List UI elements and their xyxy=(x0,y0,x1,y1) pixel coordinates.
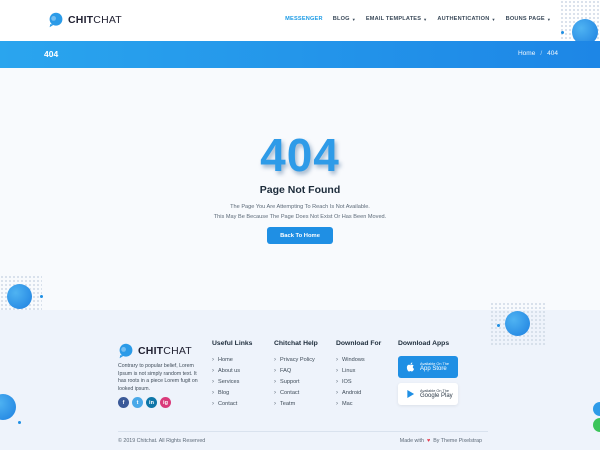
footer-link-windows[interactable]: › Windows xyxy=(336,354,381,365)
error-title: Page Not Found xyxy=(259,184,341,196)
chevron-right-icon: › xyxy=(212,367,214,374)
chevron-down-icon: ▼ xyxy=(546,16,551,22)
footer-apps: Download Apps xyxy=(398,340,449,354)
chevron-right-icon: › xyxy=(212,356,214,363)
footer-link-android[interactable]: › Android xyxy=(336,388,381,399)
linkedin-icon[interactable]: in xyxy=(146,397,157,408)
breadcrumb-separator: / xyxy=(540,50,543,57)
breadcrumb-home[interactable]: Home xyxy=(518,50,535,57)
nav-email-templates[interactable]: EMAIL TEMPLATES ▼ xyxy=(366,16,427,22)
nav-blog[interactable]: BLOG ▼ xyxy=(333,16,356,22)
chevron-down-icon: ▼ xyxy=(491,16,496,22)
small-dot-decoration xyxy=(497,324,500,327)
chevron-down-icon: ▼ xyxy=(423,16,428,22)
help-heading: Chitchat Help xyxy=(274,340,318,347)
made-with-credit: Made with ♥ By Theme Pixelstrap xyxy=(399,438,482,444)
header: CHITCHAT MESSENGER BLOG ▼ EMAIL TEMPLATES… xyxy=(0,0,600,41)
footer-link-help-contact[interactable]: › Contact xyxy=(274,388,318,399)
chevron-right-icon: › xyxy=(336,378,338,385)
brand-name: CHITCHAT xyxy=(68,14,122,26)
blue-orb-decoration xyxy=(0,394,16,420)
brand-name: CHITCHAT xyxy=(138,345,192,357)
footer-link-linux[interactable]: › Linux xyxy=(336,365,381,376)
floating-share-button[interactable] xyxy=(593,402,600,416)
footer-download-links: Download For › Windows › Linux › IOS › Andro… xyxy=(336,340,381,410)
nav-bouns-page[interactable]: BOUNS PAGE ▼ xyxy=(506,16,551,22)
download-apps-heading: Download Apps xyxy=(398,340,450,347)
footer-link-home[interactable]: › Home xyxy=(212,354,252,365)
useful-links-heading: Useful Links xyxy=(212,340,253,347)
footer-link-team[interactable]: › Teatm xyxy=(274,399,318,410)
chat-bubble-logo-icon xyxy=(49,12,63,28)
chevron-right-icon: › xyxy=(274,401,276,408)
error-section: 404 Page Not Found The Page You Are Atte… xyxy=(0,68,600,310)
chevron-right-icon: › xyxy=(274,356,276,363)
footer-link-contact[interactable]: › Contact xyxy=(212,399,252,410)
apple-icon xyxy=(406,362,415,372)
chevron-right-icon: › xyxy=(274,367,276,374)
twitter-icon[interactable]: t xyxy=(132,397,143,408)
footer-useful-links: Useful Links › Home › About us › Services ›… xyxy=(212,340,252,410)
chevron-right-icon: › xyxy=(336,401,338,408)
footer-link-blog[interactable]: › Blog xyxy=(212,388,252,399)
footer-link-mac[interactable]: › Mac xyxy=(336,399,381,410)
chevron-right-icon: › xyxy=(212,390,214,397)
small-dot-decoration xyxy=(561,31,564,34)
social-links: f t in ig xyxy=(118,397,171,408)
small-dot-decoration xyxy=(18,421,21,424)
footer: CHITCHAT Contrary to popular belief, Lor… xyxy=(0,302,600,450)
footer-brand-logo[interactable]: CHITCHAT xyxy=(118,343,192,359)
instagram-icon[interactable]: ig xyxy=(160,397,171,408)
banner-title: 404 xyxy=(44,49,59,59)
breadcrumb-current: 404 xyxy=(547,50,558,57)
chevron-down-icon: ▼ xyxy=(351,16,356,22)
floating-chat-button[interactable] xyxy=(593,418,600,432)
error-code: 404 xyxy=(260,129,340,181)
nav-authentication[interactable]: AUTHENTICATION ▼ xyxy=(437,16,495,22)
chevron-right-icon: › xyxy=(212,401,214,408)
heart-icon: ♥ xyxy=(426,438,431,444)
facebook-icon[interactable]: f xyxy=(118,397,129,408)
blue-orb-decoration xyxy=(505,311,530,336)
blue-orb-decoration xyxy=(7,284,32,309)
footer-link-faq[interactable]: › FAQ xyxy=(274,365,318,376)
chevron-right-icon: › xyxy=(274,390,276,397)
brand-logo[interactable]: CHITCHAT xyxy=(48,12,122,28)
small-dot-decoration xyxy=(40,295,43,298)
main-nav: MESSENGER BLOG ▼ EMAIL TEMPLATES ▼ AUTHENT… xyxy=(285,16,551,22)
footer-link-support[interactable]: › Support xyxy=(274,376,318,387)
footer-link-about[interactable]: › About us xyxy=(212,365,252,376)
error-message: The Page You Are Attempting To Reach Is … xyxy=(213,204,387,220)
page-banner: 404 Home / 404 xyxy=(0,41,600,68)
footer-link-ios[interactable]: › IOS xyxy=(336,376,381,387)
chevron-right-icon: › xyxy=(212,378,214,385)
footer-help-links: Chitchat Help › Privacy Policy › FAQ › Supp… xyxy=(274,340,318,410)
chevron-right-icon: › xyxy=(274,378,276,385)
chat-bubble-logo-icon xyxy=(119,343,133,359)
copyright-text: © 2019 Chitchat. All Rights Reserved xyxy=(118,438,206,444)
chevron-right-icon: › xyxy=(336,390,338,397)
breadcrumb: Home / 404 xyxy=(518,50,558,57)
chevron-right-icon: › xyxy=(336,356,338,363)
google-play-button[interactable]: Available On The Google Play xyxy=(398,383,458,405)
footer-divider xyxy=(118,431,488,432)
chevron-right-icon: › xyxy=(336,367,338,374)
nav-messenger[interactable]: MESSENGER xyxy=(285,16,323,22)
play-icon xyxy=(407,389,415,399)
back-to-home-button[interactable]: Back To Home xyxy=(267,227,333,244)
app-store-button[interactable]: Available On The App Store xyxy=(398,356,458,378)
footer-link-services[interactable]: › Services xyxy=(212,376,252,387)
download-heading: Download For xyxy=(336,340,382,347)
footer-link-privacy[interactable]: › Privacy Policy xyxy=(274,354,318,365)
footer-about-text: Contrary to popular belief, Lorem Ipsum … xyxy=(118,363,198,392)
